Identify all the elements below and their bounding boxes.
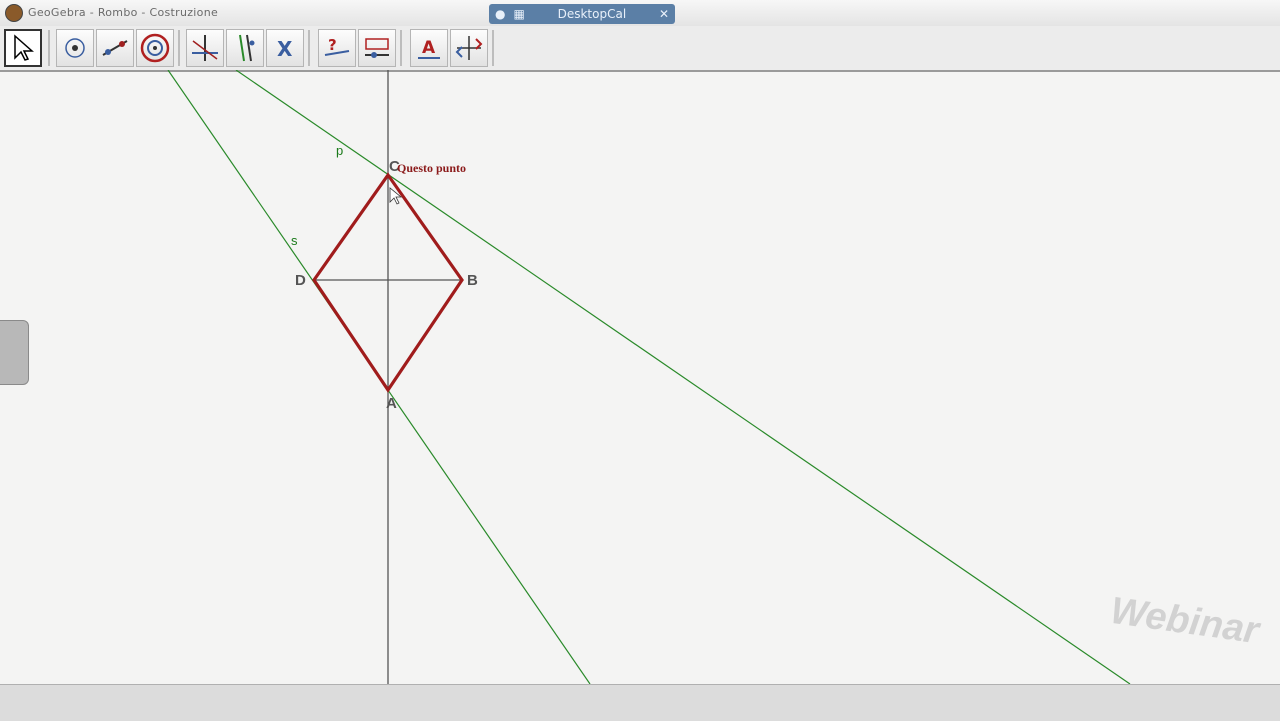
pin-icon[interactable]: ● [495, 7, 505, 21]
move-view-icon [455, 36, 483, 60]
point-d-label: D [295, 272, 306, 289]
toolbar-separator [48, 30, 50, 66]
parallel-icon [239, 34, 255, 62]
window-title: GeoGebra - Rombo - Costruzione [28, 6, 219, 19]
intersect-tool-button[interactable]: X [266, 29, 304, 67]
line-p-label: p [336, 143, 343, 158]
arrow-pointer-icon [14, 34, 34, 61]
toolbar-separator [308, 30, 310, 66]
line-tool-button[interactable] [96, 29, 134, 67]
grid-icon[interactable]: ▦ [513, 7, 524, 21]
title-bar: GeoGebra - Rombo - Costruzione ● ▦ Deskt… [0, 0, 1280, 27]
toolbar-separator [492, 30, 494, 66]
construction-drawing[interactable]: p s C B D A Questo punto [0, 69, 1280, 685]
toolbar-separator [178, 30, 180, 66]
text-icon: A [418, 38, 440, 59]
toolbar-separator [400, 30, 402, 66]
point-b-label: B [467, 272, 478, 289]
status-bar [0, 684, 1280, 721]
point-icon [65, 38, 85, 58]
perpendicular-tool-button[interactable] [186, 29, 224, 67]
relation-icon: ? [324, 36, 350, 56]
toolbar: X ? A [0, 26, 1280, 72]
circle-icon [140, 33, 170, 63]
slider-tool-button[interactable] [358, 29, 396, 67]
remote-session-bar[interactable]: ● ▦ DesktopCal ✕ [489, 4, 675, 24]
close-icon[interactable]: ✕ [659, 7, 669, 21]
move-tool-button[interactable] [4, 29, 42, 67]
relation-tool-button[interactable]: ? [318, 29, 356, 67]
parallel-tool-button[interactable] [226, 29, 264, 67]
text-tool-button[interactable]: A [410, 29, 448, 67]
remote-session-label: DesktopCal [557, 7, 627, 21]
line-icon [102, 40, 128, 56]
slider-icon [365, 38, 389, 58]
intersect-icon: X [277, 37, 293, 61]
point-tool-button[interactable] [56, 29, 94, 67]
graphics-view[interactable]: p s C B D A Questo punto [0, 69, 1280, 685]
svg-text:A: A [422, 38, 436, 58]
svg-text:?: ? [328, 36, 337, 54]
line-s-label: s [291, 233, 298, 248]
annotation-text: Questo punto [397, 161, 466, 175]
view-tool-button[interactable] [450, 29, 488, 67]
svg-text:X: X [277, 37, 293, 61]
side-panel-handle[interactable] [0, 320, 29, 385]
circle-tool-button[interactable] [136, 29, 174, 67]
line-p[interactable] [235, 69, 1131, 685]
perpendicular-icon [192, 35, 218, 61]
geogebra-app-icon [5, 4, 23, 22]
point-a-label: A [386, 395, 397, 412]
